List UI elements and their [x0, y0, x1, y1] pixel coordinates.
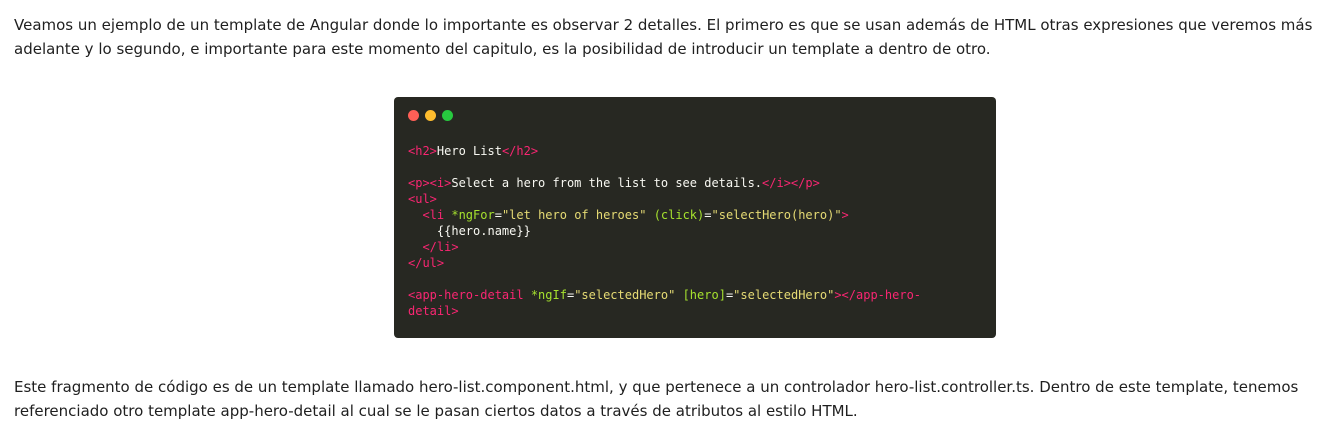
- code-token: Select a hero from the list to see detai…: [451, 176, 763, 190]
- code-line: <p><i>Select a hero from the list to see…: [408, 175, 921, 191]
- code-line: <app-hero-detail *ngIf="selectedHero" [h…: [408, 287, 921, 303]
- code-line: </ul>: [408, 255, 921, 271]
- code-token: [hero]: [682, 288, 726, 302]
- code-token: *ngIf: [530, 288, 567, 302]
- code-token: *ngFor: [451, 208, 495, 222]
- code-token: <li: [422, 208, 452, 222]
- code-token: <h2>: [408, 144, 437, 158]
- code-token: </ul>: [408, 256, 445, 270]
- code-token: <ul>: [408, 192, 437, 206]
- close-dot-icon: [408, 110, 419, 121]
- code-token: =: [494, 208, 502, 222]
- minimize-dot-icon: [425, 110, 436, 121]
- code-line: </li>: [408, 239, 921, 255]
- code-token: "selectedHero": [574, 288, 676, 302]
- code-token: >: [841, 208, 849, 222]
- code-token: ></app-hero-: [834, 288, 922, 302]
- code-token: =: [704, 208, 712, 222]
- code-token: "selectHero(hero)": [711, 208, 842, 222]
- code-token: <app-hero-detail: [408, 288, 531, 302]
- code-line: <h2>Hero List</h2>: [408, 143, 921, 159]
- code-line: {{hero.name}}: [408, 223, 921, 239]
- code-token: </i></p>: [762, 176, 820, 190]
- code-token: {{hero.name}}: [408, 224, 531, 238]
- outro-paragraph: Este fragmento de código es de un templa…: [14, 378, 1299, 420]
- code-token: </h2>: [501, 144, 539, 158]
- code-token: "let hero of heroes": [501, 208, 647, 222]
- code-token: (click): [653, 208, 705, 222]
- code-line: <ul>: [408, 191, 921, 207]
- code-window: <h2>Hero List</h2> <p><i>Select a hero fr…: [394, 97, 996, 338]
- code-token: Hero List: [436, 144, 502, 158]
- code-token: <p><i>: [408, 176, 452, 190]
- intro-paragraph: Veamos un ejemplo de un template de Angu…: [14, 16, 1313, 58]
- maximize-dot-icon: [442, 110, 453, 121]
- code-token: detail>: [408, 304, 459, 318]
- code-token: "selectedHero": [733, 288, 835, 302]
- code-token: </li>: [422, 240, 459, 254]
- code-line: <li *ngFor="let hero of heroes" (click)=…: [408, 207, 921, 223]
- code-line: detail>: [408, 303, 921, 319]
- code-block: <h2>Hero List</h2> <p><i>Select a hero fr…: [408, 143, 921, 319]
